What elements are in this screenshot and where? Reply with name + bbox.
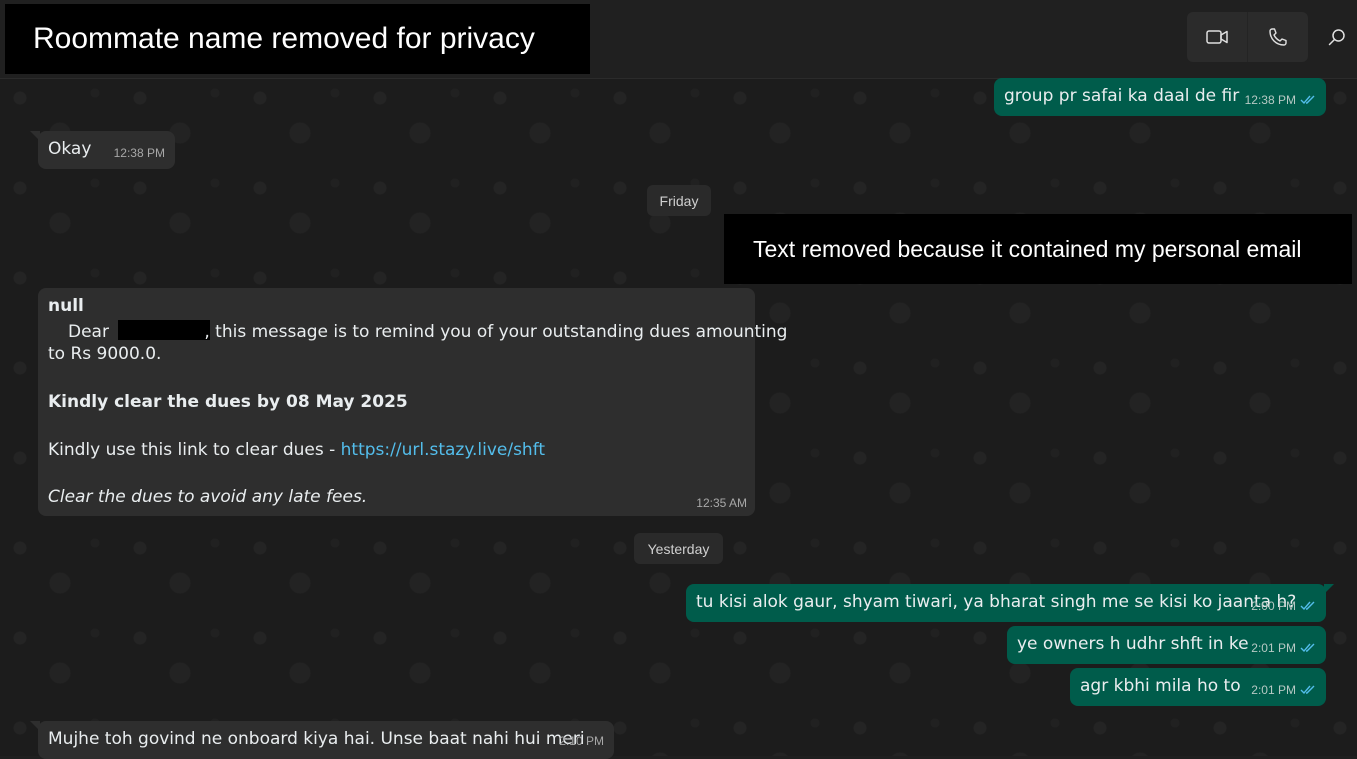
reminder-deadline: Kindly clear the dues by 08 May 2025	[48, 392, 408, 412]
video-call-button[interactable]	[1187, 12, 1247, 62]
message-time: 12:38 PM	[1244, 93, 1296, 107]
outgoing-message[interactable]: tu kisi alok gaur, shyam tiwari, ya bhar…	[686, 584, 1334, 622]
message-text: agr kbhi mila ho to	[1080, 676, 1241, 696]
read-receipt-icon	[1300, 601, 1315, 611]
incoming-message[interactable]: Okay 12:38 PM	[30, 131, 175, 169]
read-receipt-icon	[1300, 685, 1315, 695]
sender-name: null	[48, 296, 84, 316]
outgoing-message[interactable]: group pr safai ka daal de fir 12:38 PM	[994, 78, 1326, 116]
reminder-line-2: to Rs 9000.0.	[48, 344, 162, 364]
date-separator: Yesterday	[634, 533, 723, 564]
message-meta: 2:01 PM	[1251, 678, 1316, 702]
reminder-link-line: Kindly use this link to clear dues - htt…	[48, 440, 545, 460]
bubble-tail	[30, 721, 40, 731]
payment-link[interactable]: https://url.stazy.live/shft	[341, 440, 545, 460]
message-time: 2:10 PM	[559, 734, 604, 748]
message-text: Mujhe toh govind ne onboard kiya hai. Un…	[48, 729, 585, 749]
message-meta: 2:01 PM	[1251, 636, 1316, 660]
reminder-link-prefix: Kindly use this link to clear dues -	[48, 440, 341, 460]
message-time: 2:01 PM	[1251, 641, 1296, 655]
message-text: group pr safai ka daal de fir	[1004, 86, 1240, 106]
video-call-icon	[1206, 30, 1228, 44]
message-meta: 2:00 PM	[1251, 594, 1316, 618]
message-meta: 12:38 PM	[1245, 88, 1316, 112]
search-icon	[1328, 29, 1345, 46]
reminder-greeting: Dear	[68, 322, 115, 342]
call-buttons	[1187, 12, 1308, 62]
message-time: 12:35 AM	[696, 496, 747, 510]
read-receipt-icon	[1300, 643, 1315, 653]
redaction-note-email: Text removed because it contained my per…	[753, 235, 1302, 262]
message-time: 12:38 PM	[113, 146, 165, 160]
message-text: ye owners h udhr shft in ke	[1017, 634, 1249, 654]
date-separator: Friday	[647, 185, 711, 216]
chat-header: Roommate name removed for privacy	[0, 0, 1357, 79]
message-text: tu kisi alok gaur, shyam tiwari, ya bhar…	[696, 592, 1297, 612]
reminder-late-fees: Clear the dues to avoid any late fees.	[48, 487, 368, 507]
redaction-note-title: Roommate name removed for privacy	[33, 22, 535, 55]
message-time: 2:01 PM	[1251, 683, 1296, 697]
incoming-message[interactable]: Mujhe toh govind ne onboard kiya hai. Un…	[30, 721, 614, 759]
message-time: 2:00 PM	[1251, 599, 1296, 613]
voice-call-button[interactable]	[1247, 12, 1308, 62]
reminder-line-1: Dear , this message is to remind you of …	[48, 320, 787, 342]
bubble-tail	[30, 131, 40, 141]
reminder-line1-rest: , this message is to remind you of your …	[204, 322, 788, 342]
message-text: Okay	[48, 139, 92, 159]
outgoing-message[interactable]: ye owners h udhr shft in ke 2:01 PM	[1007, 626, 1326, 664]
redacted-name-block	[118, 320, 211, 340]
voice-call-icon	[1269, 28, 1287, 46]
read-receipt-icon	[1300, 95, 1315, 105]
redacted-message: Text removed because it contained my per…	[724, 214, 1352, 284]
incoming-message-reminder[interactable]: null Dear , this message is to remind yo…	[38, 288, 787, 516]
redacted-contact-name: Roommate name removed for privacy	[5, 4, 590, 74]
outgoing-message[interactable]: agr kbhi mila ho to 2:01 PM	[1070, 668, 1326, 706]
search-button[interactable]	[1322, 22, 1352, 52]
bubble-tail	[1324, 584, 1334, 594]
